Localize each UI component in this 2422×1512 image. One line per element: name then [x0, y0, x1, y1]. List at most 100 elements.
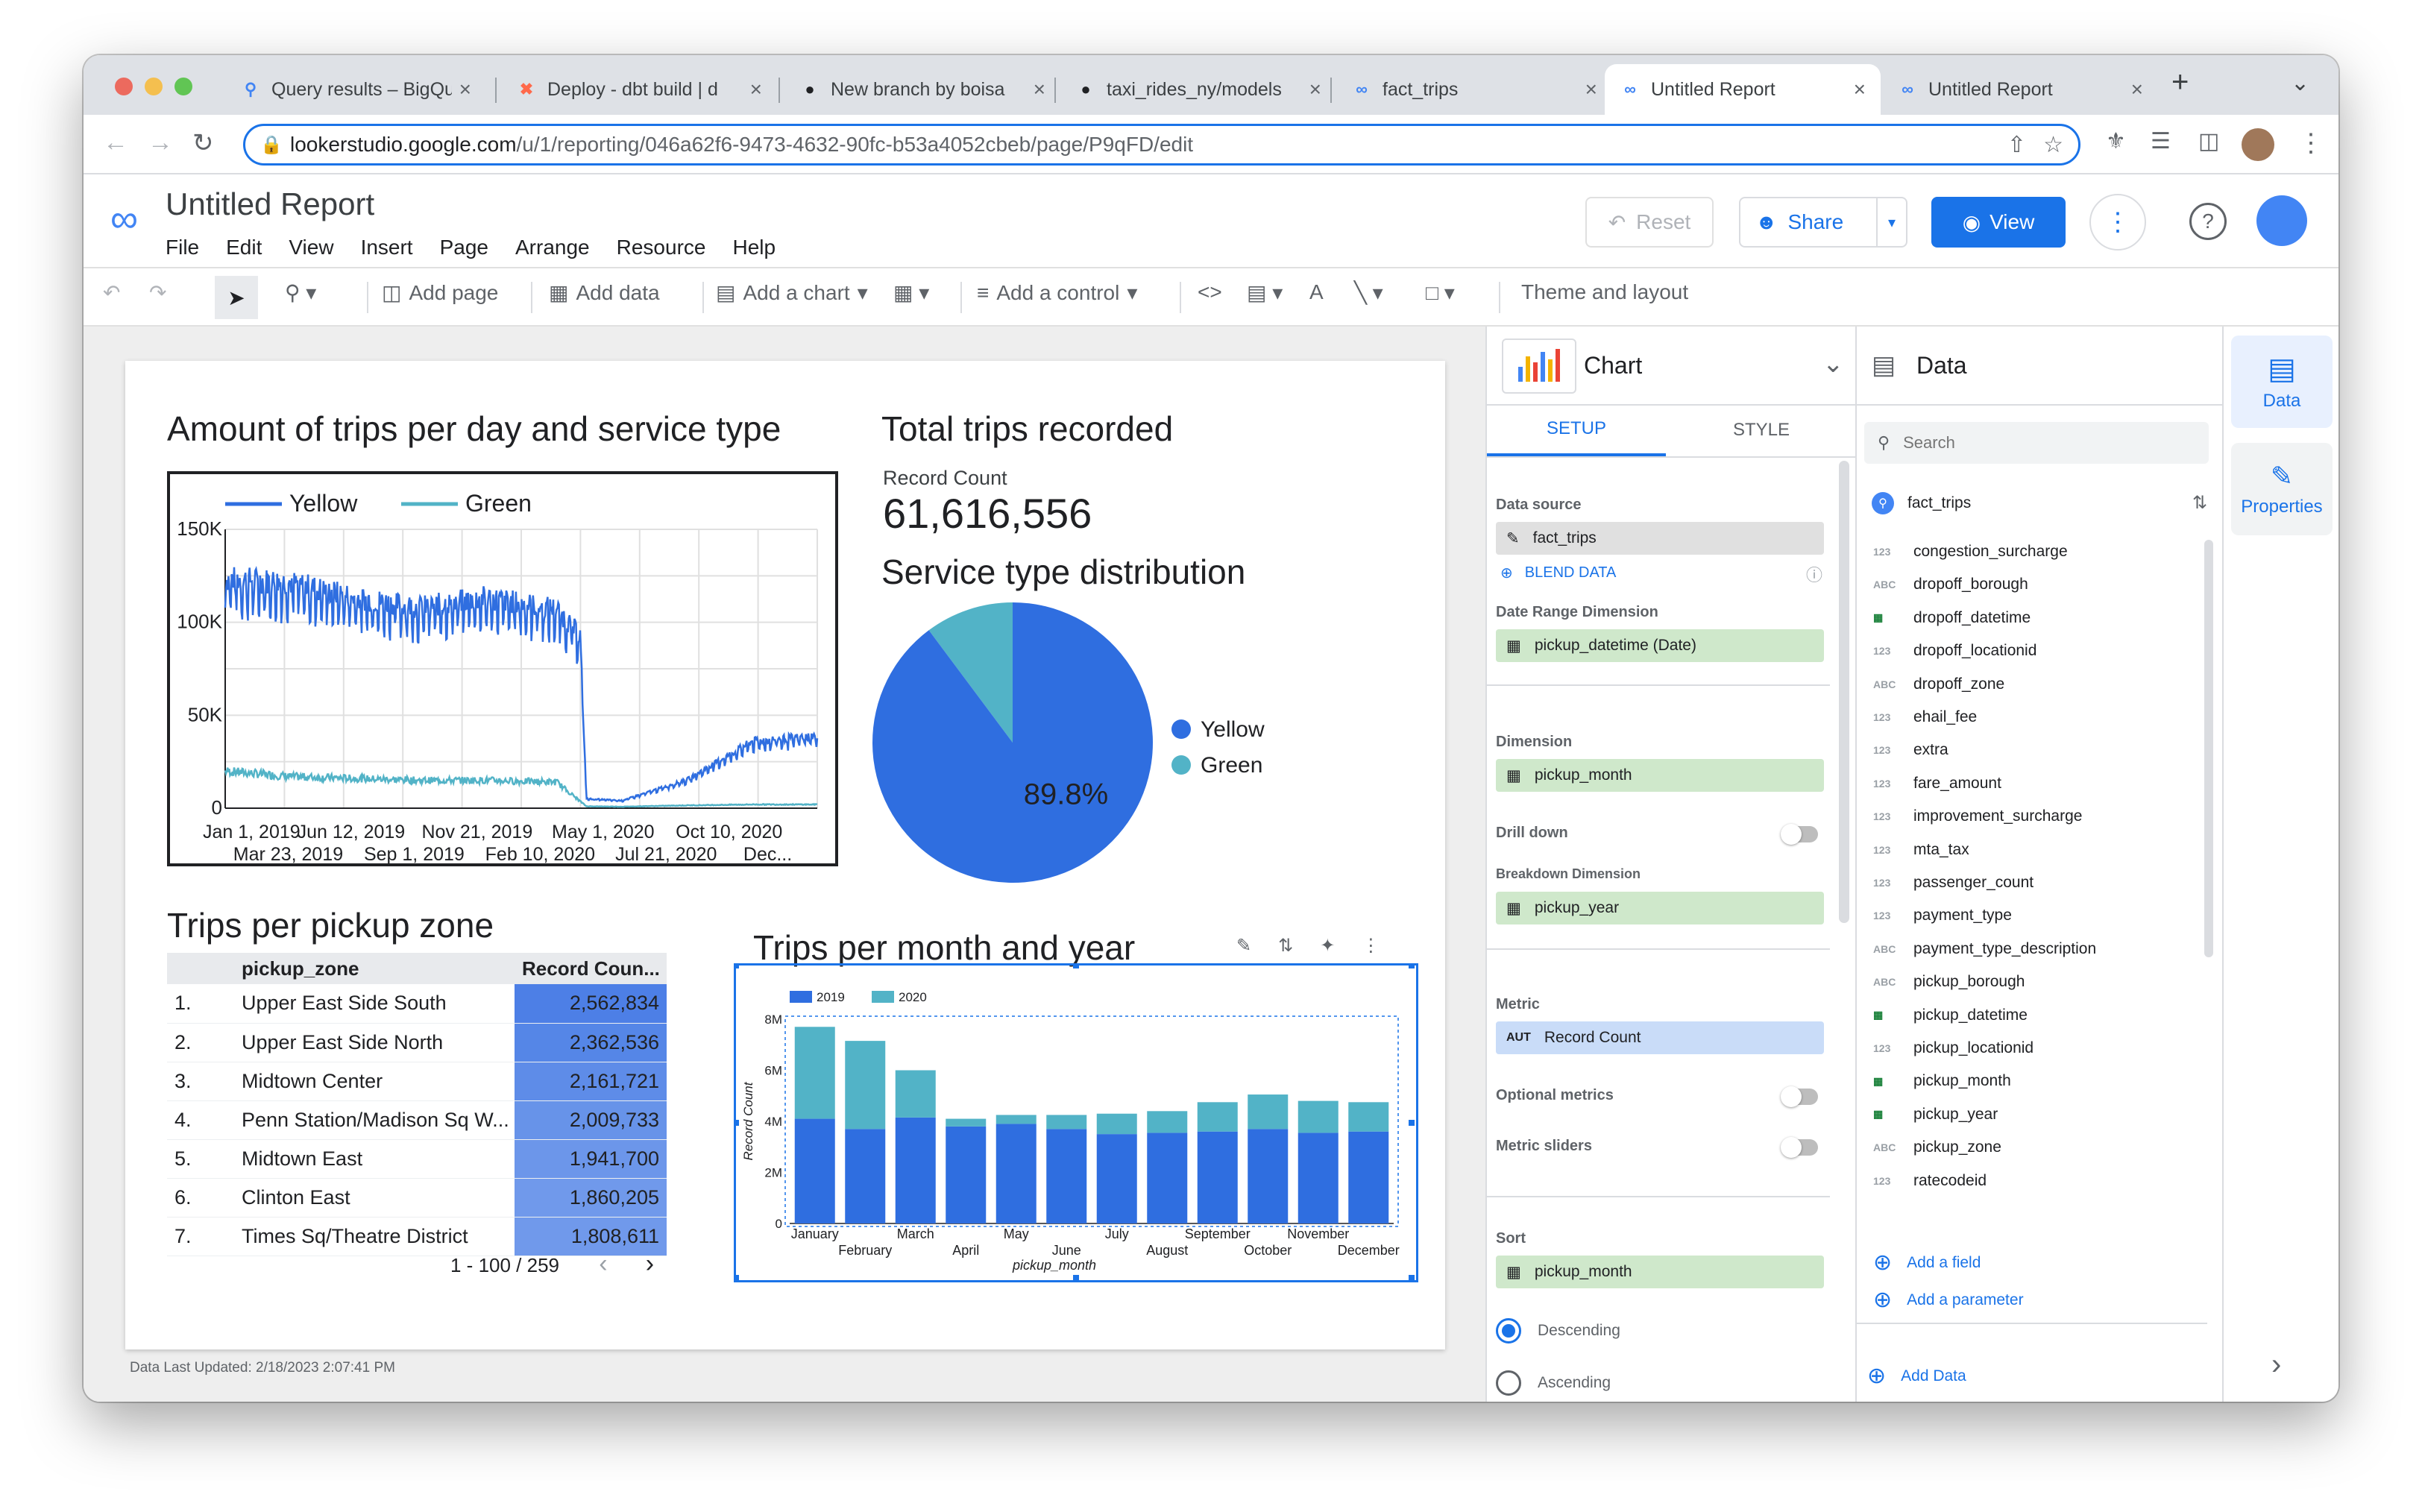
text-box-icon[interactable]: A — [1309, 280, 1324, 304]
undo-icon[interactable]: ↶ — [103, 280, 120, 305]
menu-edit[interactable]: Edit — [226, 236, 262, 259]
field-item[interactable]: ABC pickup_borough — [1873, 973, 2025, 991]
field-item[interactable]: ▦ pickup_month — [1873, 1072, 2011, 1090]
sort-chip[interactable]: ▦ pickup_month — [1496, 1256, 1824, 1288]
browser-tab[interactable]: ∞ Untitled Report × — [1882, 64, 2158, 115]
close-tab-icon[interactable]: × — [1854, 78, 1866, 101]
add-data-button[interactable]: ⊕ Add Data — [1867, 1363, 1966, 1389]
browser-tab[interactable]: ⚲ Query results – BigQu × — [225, 64, 486, 115]
field-item[interactable]: 123 passenger_count — [1873, 874, 2033, 892]
field-list-scrollbar[interactable] — [2204, 540, 2213, 957]
data-source-chip[interactable]: ✎ fact_trips — [1496, 522, 1824, 555]
extensions-icon[interactable]: ⚜ — [2106, 128, 2126, 154]
line-chart[interactable]: 150K 100K 50K 0 Yellow Green Jan 1, 2019 Jun 12… — [167, 471, 838, 866]
share-dropdown-icon[interactable]: ▾ — [1876, 198, 1906, 246]
collapse-source-icon[interactable]: ⇅ — [2192, 492, 2207, 514]
blend-data-button[interactable]: ⊕ BLEND DATA — [1500, 564, 1616, 582]
close-tab-icon[interactable]: × — [1585, 78, 1597, 101]
menu-insert[interactable]: Insert — [361, 236, 413, 259]
sort-descending-radio[interactable]: Descending — [1496, 1318, 1620, 1344]
browser-tab[interactable]: ✖ Deploy - dbt build | d × — [501, 64, 777, 115]
rail-properties-button[interactable]: ✎ Properties — [2231, 443, 2333, 535]
field-item[interactable]: ▦ pickup_year — [1873, 1106, 1998, 1124]
menu-arrange[interactable]: Arrange — [515, 236, 590, 259]
field-item[interactable]: 123 congestion_surcharge — [1873, 543, 2068, 561]
reload-icon[interactable]: ↻ — [192, 128, 214, 158]
browser-tab[interactable]: ● taxi_rides_ny/models × — [1060, 64, 1336, 115]
table-row[interactable]: 5. Midtown East 1,941,700 — [167, 1139, 667, 1179]
bookmark-star-icon[interactable]: ☆ — [2043, 132, 2063, 158]
add-parameter-button[interactable]: ⊕ Add a parameter — [1873, 1287, 2024, 1313]
zoom-window-button[interactable] — [174, 78, 192, 95]
forward-icon[interactable]: → — [148, 128, 173, 157]
field-item[interactable]: 123 payment_type — [1873, 907, 2012, 924]
line-icon[interactable]: ╲ ▾ — [1354, 280, 1383, 305]
close-tab-icon[interactable]: × — [1309, 78, 1321, 101]
field-item[interactable]: 123 ehail_fee — [1873, 708, 1977, 726]
field-item[interactable]: 123 mta_tax — [1873, 841, 1969, 859]
metric-chip[interactable]: AUT Record Count — [1496, 1021, 1824, 1054]
menu-help[interactable]: Help — [732, 236, 776, 259]
kpi-value[interactable]: 61,616,556 — [883, 489, 1092, 538]
close-window-button[interactable] — [115, 78, 133, 95]
chart-more-icon[interactable]: ⋮ — [1362, 935, 1380, 957]
embed-code-icon[interactable]: <> — [1198, 280, 1222, 304]
table-row[interactable]: 4. Penn Station/Madison Sq W... 2,009,733 — [167, 1100, 667, 1140]
close-tab-icon[interactable]: × — [2131, 78, 2143, 101]
next-page-icon[interactable]: › — [646, 1250, 654, 1278]
field-item[interactable]: 123 extra — [1873, 741, 1948, 759]
zoom-icon[interactable]: ⚲ ▾ — [285, 280, 316, 305]
browser-tab[interactable]: ● New branch by boisa × — [784, 64, 1060, 115]
view-button[interactable]: ◉ View — [1931, 197, 2066, 248]
chart-type-dropdown-icon[interactable]: ⌄ — [1822, 349, 1844, 379]
browser-tab-active[interactable]: ∞ Untitled Report × — [1605, 64, 1881, 115]
profile-avatar[interactable] — [2242, 128, 2274, 161]
field-item[interactable]: 123 pickup_locationid — [1873, 1039, 2033, 1057]
reading-list-icon[interactable]: ☰ — [2151, 128, 2171, 154]
field-item[interactable]: ▦ dropoff_datetime — [1873, 609, 2031, 627]
tab-search-icon[interactable]: ⌄ — [2291, 70, 2309, 96]
drill-down-toggle[interactable] — [1781, 824, 1818, 845]
browser-menu-icon[interactable]: ⋮ — [2298, 128, 2324, 158]
setup-scrollbar[interactable] — [1839, 461, 1849, 923]
add-data-button[interactable]: ▦ Add data — [549, 280, 660, 305]
table-row[interactable]: 6. Clinton East 1,860,205 — [167, 1178, 667, 1218]
table-header-zone[interactable]: pickup_zone — [242, 953, 515, 984]
tab-setup[interactable]: SETUP — [1487, 404, 1666, 456]
add-chart-button[interactable]: ▤ Add a chart ▾ — [716, 280, 868, 305]
help-circle-icon[interactable]: ⓘ — [1806, 562, 1822, 586]
field-search-input[interactable] — [1903, 433, 2187, 453]
rail-data-button[interactable]: ▤ Data — [2231, 336, 2333, 428]
account-avatar[interactable] — [2256, 195, 2307, 246]
community-viz-icon[interactable]: ▦ ▾ — [893, 280, 929, 305]
field-item[interactable]: ABC dropoff_borough — [1873, 576, 2028, 593]
share-button[interactable]: ☻ Share ▾ — [1739, 197, 1907, 248]
date-range-chip[interactable]: ▦ pickup_datetime (Date) — [1496, 629, 1824, 662]
menu-page[interactable]: Page — [440, 236, 488, 259]
field-item[interactable]: 123 improvement_surcharge — [1873, 807, 2082, 825]
close-tab-icon[interactable]: × — [459, 78, 471, 101]
edit-pencil-icon[interactable]: ✎ — [1236, 935, 1251, 957]
close-tab-icon[interactable]: × — [1034, 78, 1045, 101]
cross-filter-icon[interactable]: ✦ — [1320, 935, 1335, 957]
reset-button[interactable]: ↶ Reset — [1585, 197, 1714, 248]
help-icon[interactable]: ? — [2189, 203, 2227, 240]
sort-ascending-radio[interactable]: Ascending — [1496, 1370, 1611, 1396]
menu-file[interactable]: File — [166, 236, 199, 259]
optional-metrics-toggle[interactable] — [1781, 1086, 1818, 1107]
tab-style[interactable]: STYLE — [1666, 404, 1857, 456]
shape-icon[interactable]: □ ▾ — [1426, 280, 1455, 305]
browser-tab[interactable]: ∞ fact_trips × — [1336, 64, 1612, 115]
pie-chart[interactable]: 89.8% Yellow Green — [871, 599, 1393, 913]
sort-az-icon[interactable]: ⇅ — [1278, 935, 1293, 957]
zone-table[interactable]: pickup_zone Record Coun... 1. Upper East … — [167, 953, 667, 1256]
table-row[interactable]: 1. Upper East Side South 2,562,834 — [167, 984, 667, 1024]
report-title[interactable]: Untitled Report — [166, 186, 374, 222]
field-item[interactable]: ABC dropoff_zone — [1873, 675, 2004, 693]
more-options-icon[interactable]: ⋮ — [2089, 194, 2146, 251]
back-icon[interactable]: ← — [103, 128, 128, 157]
bar-chart-selected[interactable]: 2019 2020 0 2M 4M 6M 8M January February March Apr… — [733, 963, 1418, 1282]
dimension-chip[interactable]: ▦ pickup_month — [1496, 759, 1824, 792]
looker-studio-logo-icon[interactable]: ∞ — [110, 197, 138, 242]
close-tab-icon[interactable]: × — [750, 78, 762, 101]
